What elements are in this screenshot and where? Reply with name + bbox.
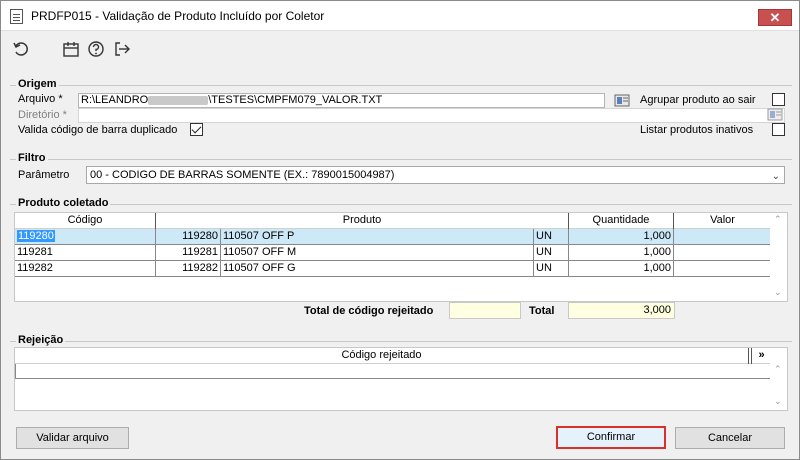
arquivo-value-prefix: R:\LEANDRO xyxy=(81,94,149,106)
col-quantidade-header[interactable]: Quantidade xyxy=(569,213,674,229)
rejeicao-table-header: Código rejeitado » xyxy=(15,348,772,364)
browse-folder-icon[interactable] xyxy=(765,107,785,122)
rejeicao-scrollbar[interactable]: ⌃ ⌄ xyxy=(770,348,787,410)
listar-checkbox[interactable] xyxy=(772,123,785,136)
calendar-icon[interactable] xyxy=(62,40,80,58)
row-prod-desc: 110507 OFF M xyxy=(221,245,534,261)
row-quantidade: 1,000 xyxy=(569,261,674,277)
rejeicao-empty-row[interactable] xyxy=(15,364,772,379)
col-valor-header[interactable]: Valor xyxy=(674,213,772,229)
rejeicao-title: Rejeição xyxy=(16,334,66,346)
row-unidade: UN xyxy=(534,229,569,245)
diretorio-label: Diretório * xyxy=(18,109,67,121)
listar-label: Listar produtos inativos xyxy=(640,124,754,136)
scroll-up-icon[interactable]: ⌃ xyxy=(774,214,782,225)
valida-checkbox[interactable] xyxy=(190,123,203,136)
scroll-down-icon[interactable]: ⌄ xyxy=(774,396,782,407)
row-valor[interactable] xyxy=(674,261,772,277)
total-rejeitado-label: Total de código rejeitado xyxy=(304,305,434,317)
row-prod-code: 119280 xyxy=(156,229,221,245)
produto-table-header: Código Produto Quantidade Valor xyxy=(15,213,772,229)
row-unidade: UN xyxy=(534,261,569,277)
rejeicao-table: Código rejeitado » ⌃ ⌄ xyxy=(14,347,788,411)
col-produto-header[interactable]: Produto xyxy=(156,213,569,229)
arquivo-label: Arquivo * xyxy=(18,93,63,105)
table-row[interactable]: 119281 119281 110507 OFF M UN 1,000 xyxy=(15,245,772,261)
help-icon[interactable] xyxy=(87,40,105,58)
chevron-down-icon: ⌄ xyxy=(771,171,780,182)
agrupar-label: Agrupar produto ao sair xyxy=(640,94,756,106)
row-prod-desc: 110507 OFF P xyxy=(221,229,534,245)
row-quantidade: 1,000 xyxy=(569,229,674,245)
row-valor[interactable] xyxy=(674,245,772,261)
parametro-select[interactable]: 00 - CODIGO DE BARRAS SOMENTE (EX.: 7890… xyxy=(86,166,785,184)
table-row[interactable]: 119282 119282 110507 OFF G UN 1,000 xyxy=(15,261,772,277)
document-icon xyxy=(10,9,23,24)
redacted-path-segment xyxy=(148,95,209,105)
row-valor[interactable] xyxy=(674,229,772,245)
close-button[interactable]: ✕ xyxy=(758,9,792,26)
toolbar xyxy=(1,32,799,66)
produto-scrollbar[interactable]: ⌃ ⌄ xyxy=(770,213,787,301)
window-title: PRDFP015 - Validação de Produto Incluído… xyxy=(31,9,325,23)
scroll-up-icon[interactable]: ⌃ xyxy=(774,364,782,375)
arquivo-field[interactable]: R:\LEANDRO \TESTES\CMPFM079_VALOR.TXT xyxy=(78,93,605,108)
browse-file-icon[interactable] xyxy=(612,93,632,108)
refresh-icon[interactable] xyxy=(12,40,30,58)
row-codigo[interactable]: 119282 xyxy=(15,261,156,277)
agrupar-checkbox[interactable] xyxy=(772,93,785,106)
row-prod-code: 119282 xyxy=(156,261,221,277)
cancelar-button[interactable]: Cancelar xyxy=(675,427,785,449)
confirmar-button[interactable]: Confirmar xyxy=(556,426,666,449)
valida-label: Valida código de barra duplicado xyxy=(18,124,178,136)
total-field: 3,000 xyxy=(568,302,675,319)
parametro-value: 00 - CODIGO DE BARRAS SOMENTE (EX.: 7890… xyxy=(90,169,395,181)
table-row[interactable]: 119280 119280 110507 OFF P UN 1,000 xyxy=(15,229,772,245)
row-codigo[interactable]: 119280 xyxy=(15,229,156,245)
total-rejeitado-field xyxy=(449,302,521,319)
row-unidade: UN xyxy=(534,245,569,261)
diretorio-field[interactable] xyxy=(78,108,785,123)
app-window: PRDFP015 - Validação de Produto Incluído… xyxy=(0,0,800,460)
row-codigo[interactable]: 119281 xyxy=(15,245,156,261)
row-quantidade: 1,000 xyxy=(569,245,674,261)
produto-table: Código Produto Quantidade Valor 119280 1… xyxy=(14,212,788,302)
filtro-title: Filtro xyxy=(16,152,48,164)
validar-arquivo-button[interactable]: Validar arquivo xyxy=(16,427,129,449)
scroll-down-icon[interactable]: ⌄ xyxy=(774,287,782,298)
exit-icon[interactable] xyxy=(113,40,131,58)
row-prod-code: 119281 xyxy=(156,245,221,261)
col-codigo-header[interactable]: Código xyxy=(15,213,156,229)
row-prod-desc: 110507 OFF G xyxy=(221,261,534,277)
title-bar: PRDFP015 - Validação de Produto Incluído… xyxy=(1,1,799,31)
origem-title: Origem xyxy=(16,78,59,90)
arquivo-value-suffix: \TESTES\CMPFM079_VALOR.TXT xyxy=(208,94,383,106)
parametro-label: Parâmetro xyxy=(18,169,70,181)
total-label: Total xyxy=(529,305,555,317)
col-codigo-rejeitado-header[interactable]: Código rejeitado xyxy=(15,348,749,364)
produto-title: Produto coletado xyxy=(16,197,111,209)
expand-button[interactable]: » xyxy=(751,348,772,364)
